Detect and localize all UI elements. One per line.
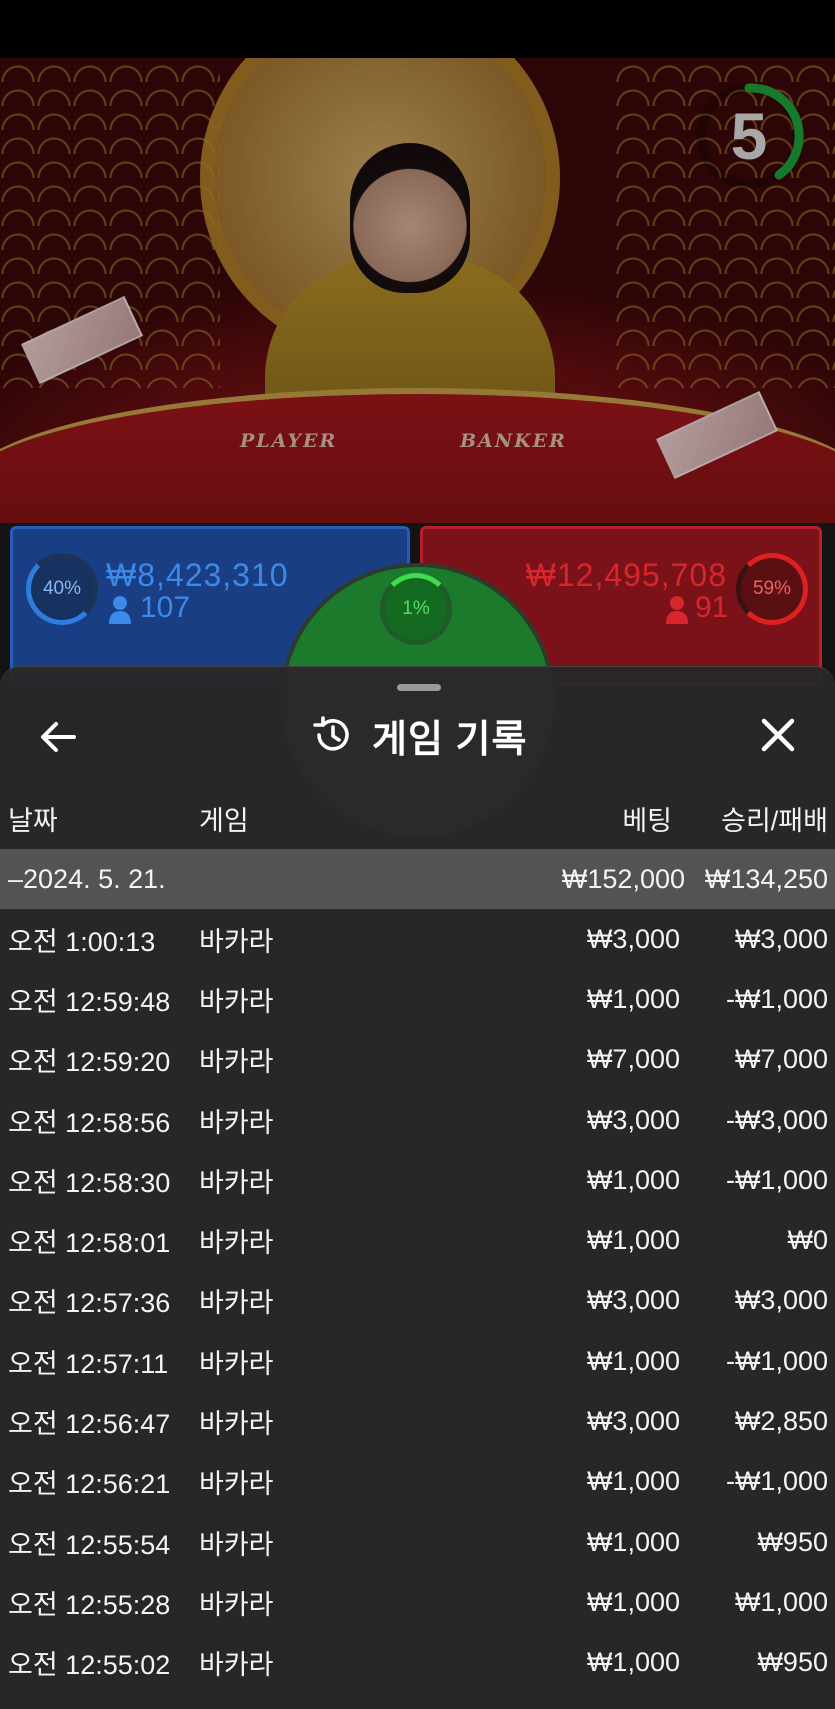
row-result: ₩3,000 [734, 1285, 828, 1316]
player-bet-count: 107 [140, 591, 191, 624]
table-row[interactable]: 오전 12:59:20 바카라 ₩7,000 ₩7,000 [0, 1030, 835, 1090]
row-time: 오전 12:57:11 [8, 1348, 169, 1379]
history-clock-icon [312, 715, 352, 755]
row-game: 바카라 [199, 1589, 274, 1620]
row-result: -₩1,000 [725, 1466, 828, 1497]
table-row[interactable]: 오전 12:56:47 바카라 ₩3,000 ₩2,850 [0, 1391, 835, 1451]
row-bet: ₩3,000 [586, 923, 680, 954]
row-bet: ₩3,000 [586, 1104, 680, 1135]
player-percent: 40% [26, 553, 98, 625]
row-bet: ₩3,000 [586, 1285, 680, 1316]
row-bet: ₩1,000 [586, 1526, 680, 1557]
row-result: ₩7,000 [734, 1044, 828, 1075]
history-table: –2024. 5. 21. ₩152,000 ₩134,250 오전 1:00:… [0, 849, 835, 1693]
table-row[interactable]: 오전 1:00:13 바카라 ₩3,000 ₩3,000 [0, 909, 835, 969]
sheet-header: 게임 기록 [312, 705, 527, 765]
column-header-date: 날짜 [8, 806, 58, 836]
close-x-icon[interactable] [756, 713, 800, 757]
row-time: 오전 1:00:13 [8, 926, 156, 957]
row-bet: ₩7,000 [586, 1044, 680, 1075]
row-bet: ₩1,000 [586, 1164, 680, 1195]
row-game: 바카라 [199, 1469, 274, 1500]
table-row[interactable]: 오전 12:59:48 바카라 ₩1,000 -₩1,000 [0, 969, 835, 1029]
table-row[interactable]: 오전 12:57:36 바카라 ₩3,000 ₩3,000 [0, 1271, 835, 1331]
row-time: 오전 12:58:01 [8, 1228, 171, 1259]
row-game: 바카라 [199, 1107, 274, 1138]
row-result: ₩3,000 [734, 923, 828, 954]
row-game: 바카라 [199, 1409, 274, 1440]
row-bet: ₩1,000 [586, 1225, 680, 1256]
row-result: ₩1,000 [734, 1586, 828, 1617]
row-bet: ₩1,000 [586, 1345, 680, 1376]
row-time: 오전 12:57:36 [8, 1288, 171, 1319]
row-bet: ₩1,000 [586, 1466, 680, 1497]
row-bet: ₩1,000 [586, 1647, 680, 1678]
row-time: 오전 12:58:56 [8, 1107, 171, 1138]
row-time: 오전 12:56:21 [8, 1469, 171, 1500]
banker-percent: 59% [736, 553, 808, 625]
row-time: 오전 12:55:02 [8, 1650, 171, 1681]
row-game: 바카라 [199, 986, 274, 1017]
player-bet-amount: ₩8,423,310 [106, 557, 289, 593]
column-header-bet: 베팅 [622, 806, 672, 836]
summary-result-total: ₩134,250 [704, 863, 828, 894]
table-row[interactable]: 오전 12:58:01 바카라 ₩1,000 ₩0 [0, 1210, 835, 1270]
row-time: 오전 12:58:30 [8, 1167, 171, 1198]
row-result: -₩3,000 [725, 1104, 828, 1135]
table-row[interactable]: 오전 12:58:30 바카라 ₩1,000 -₩1,000 [0, 1150, 835, 1210]
table-row[interactable]: 오전 12:55:54 바카라 ₩1,000 ₩950 [0, 1512, 835, 1572]
game-history-sheet: 게임 기록 날짜 게임 베팅 승리/패배 –2024. 5. 21. ₩152,… [0, 666, 835, 1709]
table-row[interactable]: 오전 12:56:21 바카라 ₩1,000 -₩1,000 [0, 1452, 835, 1512]
banker-bet-amount: ₩12,495,708 [525, 557, 727, 593]
column-header-result: 승리/패배 [721, 806, 828, 836]
date-summary-row[interactable]: –2024. 5. 21. ₩152,000 ₩134,250 [0, 849, 835, 909]
row-result: ₩950 [757, 1647, 828, 1678]
row-game: 바카라 [199, 1348, 274, 1379]
drag-handle[interactable] [397, 684, 441, 691]
summary-bet-total: ₩152,000 [561, 863, 685, 894]
row-game: 바카라 [199, 926, 274, 957]
column-header-game: 게임 [199, 806, 249, 836]
tie-percent: 1% [380, 573, 452, 645]
row-result: -₩1,000 [725, 1345, 828, 1376]
row-game: 바카라 [199, 1228, 274, 1259]
table-row[interactable]: 오전 12:55:02 바카라 ₩1,000 ₩950 [0, 1633, 835, 1693]
row-time: 오전 12:56:47 [8, 1409, 171, 1440]
row-result: -₩1,000 [725, 983, 828, 1014]
row-result: -₩1,000 [725, 1164, 828, 1195]
arrow-left-icon[interactable] [38, 717, 78, 757]
row-result: ₩950 [757, 1526, 828, 1557]
summary-date: –2024. 5. 21. [8, 863, 166, 894]
row-time: 오전 12:59:48 [8, 986, 171, 1017]
table-row[interactable]: 오전 12:55:28 바카라 ₩1,000 ₩1,000 [0, 1572, 835, 1632]
sheet-title: 게임 기록 [372, 718, 528, 761]
status-bar [0, 0, 835, 58]
row-game: 바카라 [199, 1047, 274, 1078]
row-game: 바카라 [199, 1650, 274, 1681]
row-result: ₩2,850 [734, 1406, 828, 1437]
player-user-icon [108, 595, 132, 625]
row-time: 오전 12:55:54 [8, 1529, 171, 1560]
row-bet: ₩1,000 [586, 983, 680, 1014]
row-time: 오전 12:55:28 [8, 1589, 171, 1620]
banker-user-icon [665, 595, 689, 625]
row-game: 바카라 [199, 1288, 274, 1319]
table-row[interactable]: 오전 12:57:11 바카라 ₩1,000 -₩1,000 [0, 1331, 835, 1391]
row-bet: ₩3,000 [586, 1406, 680, 1437]
row-game: 바카라 [199, 1529, 274, 1560]
row-time: 오전 12:59:20 [8, 1047, 171, 1078]
table-row[interactable]: 오전 12:58:56 바카라 ₩3,000 -₩3,000 [0, 1090, 835, 1150]
row-result: ₩0 [787, 1225, 829, 1256]
banker-bet-count: 91 [695, 591, 729, 624]
row-game: 바카라 [199, 1167, 274, 1198]
row-bet: ₩1,000 [586, 1586, 680, 1617]
